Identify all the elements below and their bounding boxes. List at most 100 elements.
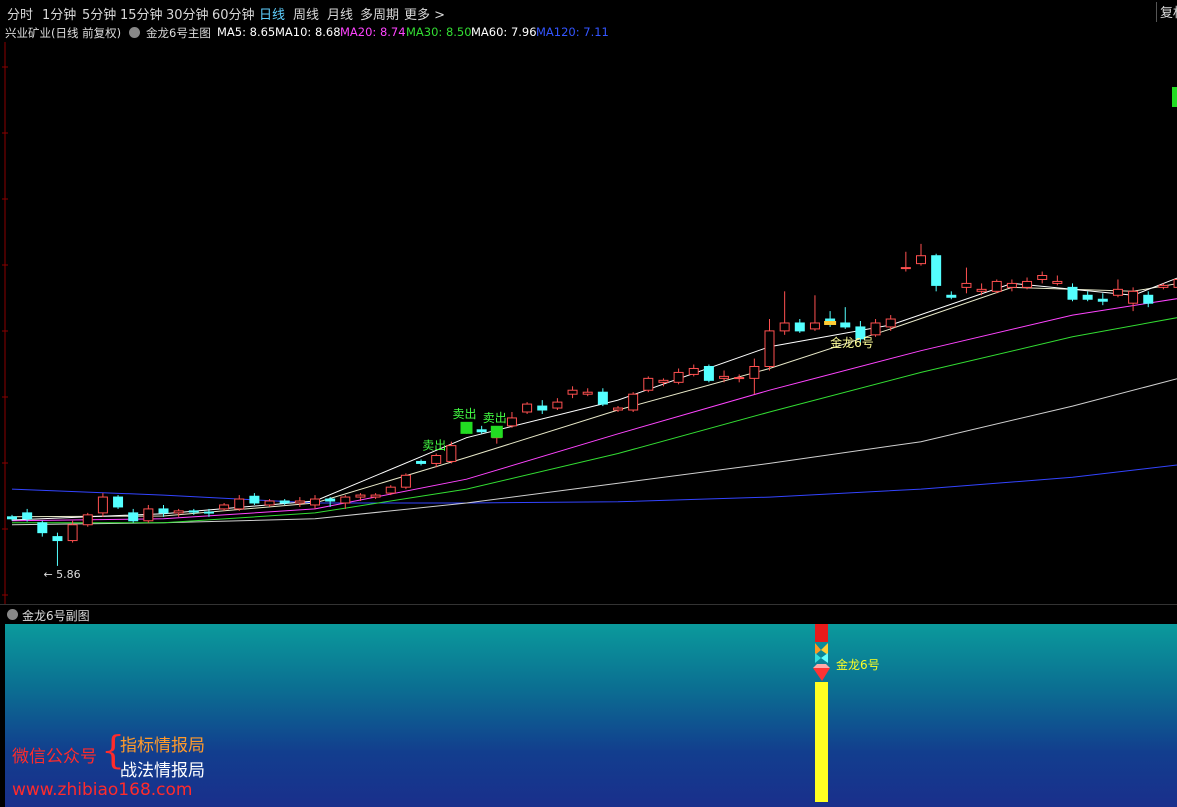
candle bbox=[1037, 271, 1048, 284]
candle-body bbox=[613, 407, 623, 411]
period-tab[interactable]: 月线 bbox=[327, 4, 353, 23]
candle-body bbox=[552, 401, 563, 409]
sub-chart-header: 金龙6号副图 bbox=[0, 604, 1177, 625]
candle bbox=[946, 291, 957, 300]
candles bbox=[7, 243, 1177, 566]
candle bbox=[764, 319, 775, 371]
candle-body bbox=[446, 445, 457, 462]
candle-body bbox=[688, 367, 699, 375]
candle-body bbox=[203, 511, 214, 514]
candle bbox=[385, 485, 396, 496]
candle-body bbox=[310, 498, 320, 506]
candle-body bbox=[597, 391, 608, 405]
candle-body bbox=[794, 322, 805, 332]
period-tab[interactable]: 分时 bbox=[7, 4, 33, 23]
restore-rights-button[interactable]: 复权 bbox=[1156, 2, 1177, 22]
ma10-legend: MA10: 8.68 bbox=[275, 25, 341, 39]
candle-body bbox=[249, 495, 260, 504]
candle bbox=[1128, 287, 1139, 312]
candle-body bbox=[143, 508, 154, 522]
candle-body bbox=[658, 379, 669, 383]
candle-body bbox=[67, 524, 78, 542]
candle bbox=[991, 279, 1002, 294]
candle bbox=[673, 368, 684, 385]
candle-body bbox=[1143, 294, 1154, 304]
candle-body bbox=[885, 318, 896, 328]
candle bbox=[506, 411, 517, 428]
candle bbox=[703, 364, 714, 383]
period-tab[interactable]: 多周期 bbox=[360, 4, 399, 23]
candle-body bbox=[22, 512, 33, 520]
candle bbox=[249, 493, 260, 505]
right-marker bbox=[1172, 87, 1177, 107]
candle-body bbox=[325, 498, 336, 502]
golden-marker bbox=[824, 320, 837, 325]
candle bbox=[113, 495, 124, 509]
ma120-legend: MA120: 7.11 bbox=[536, 25, 609, 39]
candle bbox=[688, 364, 699, 377]
candle bbox=[976, 283, 987, 296]
candle bbox=[1052, 275, 1063, 286]
period-tab[interactable]: 1分钟 bbox=[42, 4, 76, 23]
moving-average-lines bbox=[11, 277, 1177, 526]
candle bbox=[779, 291, 790, 335]
candle-body bbox=[931, 255, 942, 286]
candle bbox=[37, 520, 48, 537]
ma5-line bbox=[11, 277, 1177, 521]
candle-body bbox=[749, 365, 760, 379]
candle bbox=[1022, 277, 1033, 290]
candle bbox=[234, 495, 245, 511]
candle-body bbox=[961, 282, 972, 288]
candle bbox=[628, 392, 639, 412]
candle bbox=[294, 497, 305, 507]
more-periods-button[interactable]: 更多 > bbox=[404, 4, 445, 23]
candle-body bbox=[355, 494, 366, 498]
sell-marker bbox=[490, 425, 503, 438]
candle bbox=[931, 253, 942, 292]
candle-body bbox=[643, 377, 654, 391]
golden-signal-label: 金龙6号 bbox=[830, 335, 874, 350]
low-price-label: ← 5.86 bbox=[43, 568, 80, 581]
candle bbox=[82, 512, 93, 527]
candle-body bbox=[567, 389, 578, 395]
candle-body bbox=[719, 375, 730, 379]
candle-body bbox=[476, 429, 487, 433]
candle bbox=[97, 493, 108, 517]
period-tab[interactable]: 60分钟 bbox=[212, 4, 255, 23]
candle bbox=[143, 504, 154, 523]
candle-body bbox=[97, 496, 108, 514]
candle bbox=[400, 473, 411, 490]
candle bbox=[1143, 291, 1154, 308]
watermark-wechat-label: 微信公众号 bbox=[12, 747, 97, 767]
period-tab[interactable]: 30分钟 bbox=[166, 4, 209, 23]
candle-body bbox=[1037, 275, 1048, 280]
ma60-legend: MA60: 7.96 bbox=[471, 25, 537, 39]
period-tab[interactable]: 15分钟 bbox=[120, 4, 163, 23]
signal-bar-yellow bbox=[815, 682, 828, 802]
watermark-line-2: 战法情报局 bbox=[120, 761, 205, 781]
candle bbox=[1067, 283, 1078, 302]
candlestick-chart[interactable]: ← 5.86卖出卖出卖出金龙6号减 bbox=[0, 42, 1177, 604]
candle bbox=[52, 532, 63, 566]
sell-label: 卖出 bbox=[453, 407, 477, 421]
candle-body bbox=[431, 455, 442, 464]
collapse-icon[interactable] bbox=[7, 609, 18, 620]
candle-body bbox=[1097, 298, 1108, 302]
candle-body bbox=[673, 371, 684, 383]
candle bbox=[552, 398, 563, 411]
candle-body bbox=[1112, 288, 1123, 296]
watermark-line-1: 指标情报局 bbox=[120, 736, 205, 756]
candle bbox=[794, 319, 805, 333]
candle-body bbox=[1082, 294, 1093, 300]
chart-grid bbox=[2, 42, 1177, 604]
period-tab[interactable]: 周线 bbox=[293, 4, 319, 23]
ma30-legend: MA30: 8.50 bbox=[406, 25, 472, 39]
candle bbox=[900, 251, 911, 272]
candle-body bbox=[1158, 284, 1169, 288]
collapse-icon[interactable] bbox=[129, 27, 140, 38]
candle bbox=[128, 508, 139, 523]
stock-title: 兴业矿业(日线 前复权) bbox=[5, 26, 122, 40]
period-tab-active[interactable]: 日线 bbox=[259, 4, 285, 23]
period-tab[interactable]: 5分钟 bbox=[82, 4, 116, 23]
butterfly-icon bbox=[815, 653, 828, 663]
